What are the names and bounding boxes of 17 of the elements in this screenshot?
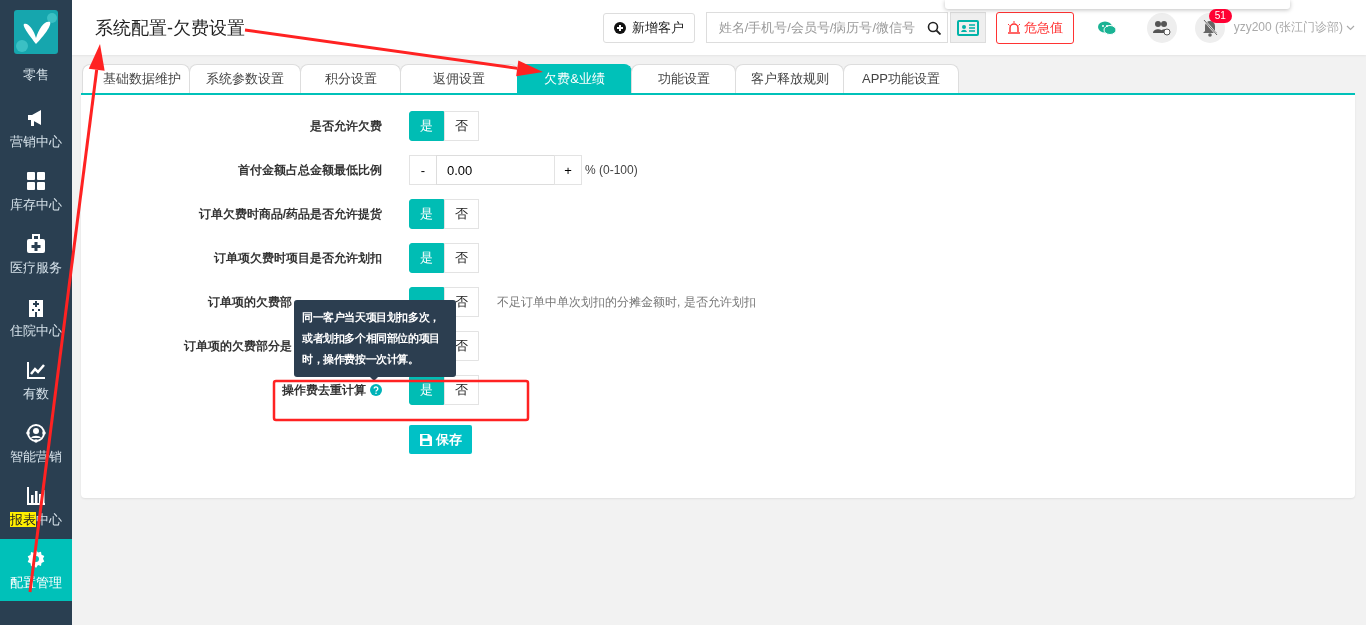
field-label: 是否允许欠费 (310, 117, 382, 135)
hint-text: 不足订单中单次划扣的分摊金额时, 是否允许划扣 (497, 293, 756, 311)
field-label: 订单项的欠费部分是 (184, 337, 292, 355)
unit-label: % (0-100) (585, 163, 638, 177)
field-label: 订单欠费时商品/药品是否允许提货 (198, 205, 382, 223)
sidebar-label: 有数 (23, 385, 49, 403)
tooltip: 同一客户当天项目划扣多次，或者划扣多个相同部位的项目时，操作费按一次计算。 (294, 300, 456, 377)
page-title: 系统配置-欠费设置 (95, 16, 246, 40)
sidebar-label: 医疗服务 (10, 259, 62, 277)
sidebar-label: 零售 (23, 66, 49, 84)
field-label: 订单项欠费时项目是否允许划扣 (214, 249, 382, 267)
sidebar-label: 营销中心 (10, 133, 62, 151)
field-label: 操作费去重计算 (282, 381, 366, 399)
field-label: 订单项的欠费部 (208, 293, 292, 311)
field-label: 首付金额占总金额最低比例 (238, 161, 382, 179)
sidebar-label: 住院中心 (10, 322, 62, 340)
sidebar-label: 库存中心 (10, 196, 62, 214)
